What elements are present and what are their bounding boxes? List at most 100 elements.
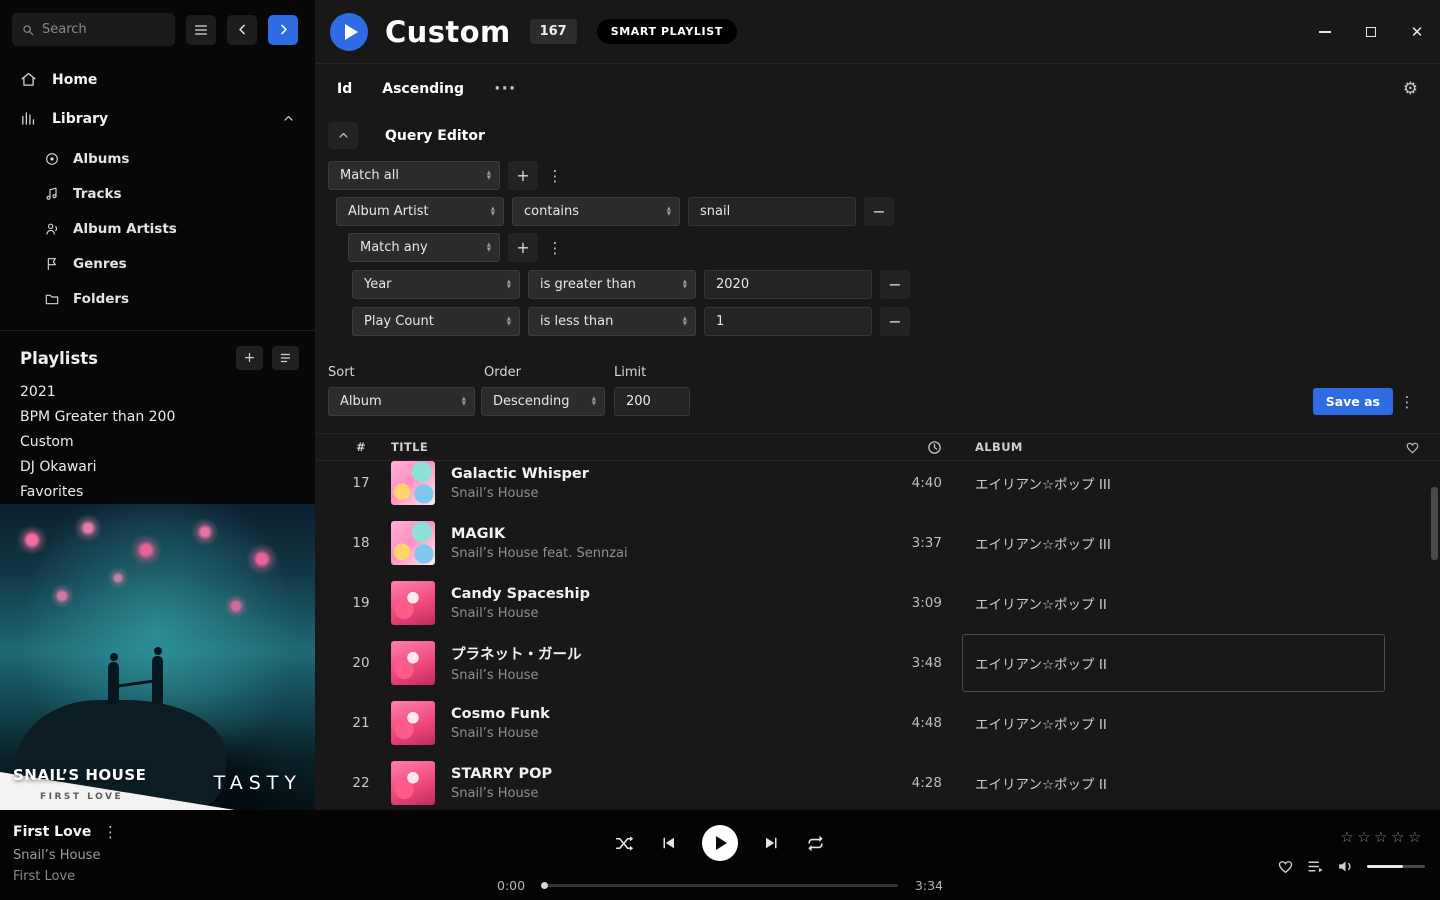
rule-value-input[interactable] <box>688 197 856 226</box>
playlist-item-bpm[interactable]: BPM Greater than 200 <box>0 404 315 429</box>
play-pause-button[interactable] <box>702 825 738 861</box>
rule-operator-select[interactable]: is greater than <box>528 270 696 299</box>
now-playing-title[interactable]: First Love <box>13 824 91 840</box>
column-album[interactable]: ALBUM <box>942 440 1384 454</box>
queue-button[interactable] <box>1307 858 1324 875</box>
sidebar-item-albums[interactable]: Albums <box>0 141 315 176</box>
select-value: Play Count <box>364 314 434 329</box>
forward-button[interactable] <box>268 15 298 45</box>
now-playing-artwork[interactable]: SNAIL’S HOUSE FIRST LOVE TASTY <box>0 504 315 810</box>
sidebar-item-folders[interactable]: Folders <box>0 281 315 316</box>
shuffle-button[interactable] <box>615 834 634 853</box>
remove-rule-button[interactable]: − <box>864 197 894 226</box>
elapsed-time: 0:00 <box>497 878 529 893</box>
minus-icon: − <box>888 275 901 294</box>
close-button[interactable]: ✕ <box>1394 0 1440 63</box>
sidebar-item-album-artists[interactable]: Album Artists <box>0 211 315 246</box>
gear-icon[interactable]: ⚙ <box>1403 79 1418 99</box>
add-rule-button[interactable]: + <box>508 233 538 262</box>
playlist-item-custom[interactable]: Custom <box>0 429 315 454</box>
back-button[interactable] <box>227 15 257 45</box>
seek-handle[interactable] <box>541 882 548 889</box>
rule-value-input[interactable] <box>704 270 872 299</box>
column-duration[interactable] <box>882 440 942 455</box>
sidebar-item-home[interactable]: Home <box>0 60 315 99</box>
playlist-item-2021[interactable]: 2021 <box>0 379 315 404</box>
rating-stars[interactable]: ☆☆☆☆☆ <box>1340 828 1425 846</box>
track-menu-button[interactable]: ⋮ <box>101 823 119 841</box>
repeat-button[interactable] <box>806 834 825 853</box>
sidebar-item-label: Folders <box>73 291 129 307</box>
sort-field-button[interactable]: Id <box>337 81 352 97</box>
remove-rule-button[interactable]: − <box>880 307 910 336</box>
column-favorite[interactable] <box>1384 440 1440 455</box>
next-button[interactable] <box>763 834 781 852</box>
volume-button[interactable] <box>1337 858 1354 875</box>
rule-field-select[interactable]: Play Count <box>352 307 520 336</box>
search-box[interactable] <box>12 13 175 46</box>
sidebar-item-tracks[interactable]: Tracks <box>0 176 315 211</box>
now-playing-artist[interactable]: Snail’s House <box>13 848 119 863</box>
table-row[interactable]: 19 Candy Spaceship Snail’s House 3:09 エイ… <box>315 573 1440 633</box>
favorite-button[interactable] <box>1277 858 1294 875</box>
artwork-album-text: FIRST LOVE <box>40 792 123 802</box>
sort-direction-button[interactable]: Ascending <box>382 81 464 97</box>
limit-input[interactable] <box>614 387 690 416</box>
folder-icon <box>44 291 60 307</box>
maximize-button[interactable] <box>1348 0 1394 63</box>
sidebar-item-library[interactable]: Library <box>0 99 315 138</box>
save-as-button[interactable]: Save as <box>1313 388 1393 415</box>
more-options-button[interactable]: ··· <box>494 84 516 94</box>
main-panel: Custom 167 SMART PLAYLIST ✕ Id Ascending… <box>315 0 1440 810</box>
menu-button[interactable] <box>186 15 216 45</box>
table-row[interactable]: 21 Cosmo Funk Snail’s House 4:48 エイリアン☆ポ… <box>315 693 1440 753</box>
rule-field-select[interactable]: Album Artist <box>336 197 504 226</box>
playlist-list-button[interactable] <box>272 346 299 370</box>
sidebar-item-genres[interactable]: Genres <box>0 246 315 281</box>
add-rule-button[interactable]: + <box>508 161 538 190</box>
search-input[interactable] <box>42 22 166 37</box>
group-menu-button[interactable]: ⋮ <box>546 167 564 185</box>
previous-button[interactable] <box>659 834 677 852</box>
column-title[interactable]: TITLE <box>391 440 882 454</box>
rule-value-input[interactable] <box>704 307 872 336</box>
table-row[interactable]: 22 STARRY POP Snail’s House 4:28 エイリアン☆ポ… <box>315 753 1440 813</box>
playlist-item-dj-okawari[interactable]: DJ Okawari <box>0 454 315 479</box>
sort-select[interactable]: Album <box>328 387 475 416</box>
column-number[interactable]: # <box>331 440 391 454</box>
page-title: Custom <box>385 15 511 49</box>
track-number: 17 <box>331 475 391 491</box>
now-playing-album[interactable]: First Love <box>13 869 119 884</box>
sidebar-item-label: Album Artists <box>73 221 177 237</box>
match-mode-select[interactable]: Match all <box>328 161 500 190</box>
artist-icon <box>44 221 60 237</box>
track-title: STARRY POP <box>451 766 882 782</box>
sort-section-labels: Sort Order Limit <box>328 365 1440 380</box>
group-menu-button[interactable]: ⋮ <box>546 239 564 257</box>
plus-icon: + <box>516 166 529 185</box>
table-row[interactable]: 18 MAGIK Snail’s House feat. Sennzai 3:3… <box>315 513 1440 573</box>
seek-bar[interactable] <box>542 884 898 887</box>
add-playlist-button[interactable]: + <box>236 346 263 370</box>
play-playlist-button[interactable] <box>330 13 368 51</box>
chevron-up-icon[interactable] <box>282 112 295 125</box>
save-menu-button[interactable]: ⋮ <box>1398 393 1416 411</box>
heart-icon <box>1405 440 1420 455</box>
minimize-button[interactable] <box>1302 0 1348 63</box>
rule-operator-select[interactable]: contains <box>512 197 680 226</box>
track-album[interactable]: エイリアン☆ポップ II <box>963 635 1384 691</box>
order-select[interactable]: Descending <box>481 387 605 416</box>
playlist-item-favorites[interactable]: Favorites <box>0 479 315 504</box>
match-mode-select[interactable]: Match any <box>348 233 500 262</box>
volume-slider[interactable] <box>1367 865 1425 868</box>
table-row[interactable]: 17 Galactic Whisper Snail’s House 4:40 エ… <box>315 461 1440 513</box>
music-note-icon <box>44 186 60 202</box>
rule-operator-select[interactable]: is less than <box>528 307 696 336</box>
remove-rule-button[interactable]: − <box>880 270 910 299</box>
table-row[interactable]: 20 プラネット・ガール Snail’s House 3:48 エイリアン☆ポッ… <box>315 633 1440 693</box>
collapse-query-editor-button[interactable] <box>328 122 358 149</box>
playlists-title: Playlists <box>20 349 98 368</box>
scrollbar-thumb[interactable] <box>1431 487 1438 560</box>
rule-field-select[interactable]: Year <box>352 270 520 299</box>
track-album: エイリアン☆ポップ II <box>942 573 1384 633</box>
